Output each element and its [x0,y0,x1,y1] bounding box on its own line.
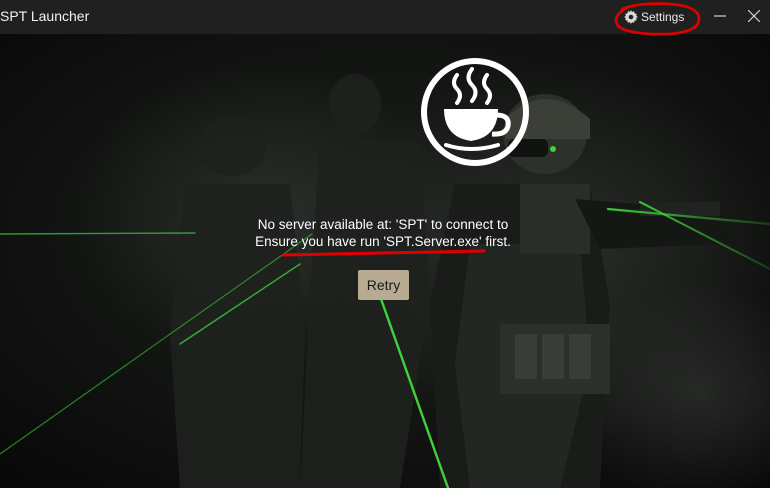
minimize-button[interactable] [709,6,731,26]
app-title: SPT Launcher [0,8,90,24]
close-button[interactable] [743,6,765,26]
background-artwork [0,34,770,488]
coffee-cup-logo-icon [421,58,529,166]
minimize-icon [714,15,726,17]
retry-button[interactable]: Retry [358,270,409,300]
settings-label: Settings [641,10,685,24]
close-icon [748,10,760,22]
launcher-window: SPT Launcher Settings No server availabl… [0,0,770,488]
title-bar: SPT Launcher Settings [0,0,770,34]
message-line-2: Ensure you have run 'SPT.Server.exe' fir… [255,234,511,249]
gear-icon [624,10,638,24]
message-line-1: No server available at: 'SPT' to connect… [257,217,509,232]
server-error-message: No server available at: 'SPT' to connect… [230,216,536,250]
settings-button[interactable]: Settings [624,8,684,26]
